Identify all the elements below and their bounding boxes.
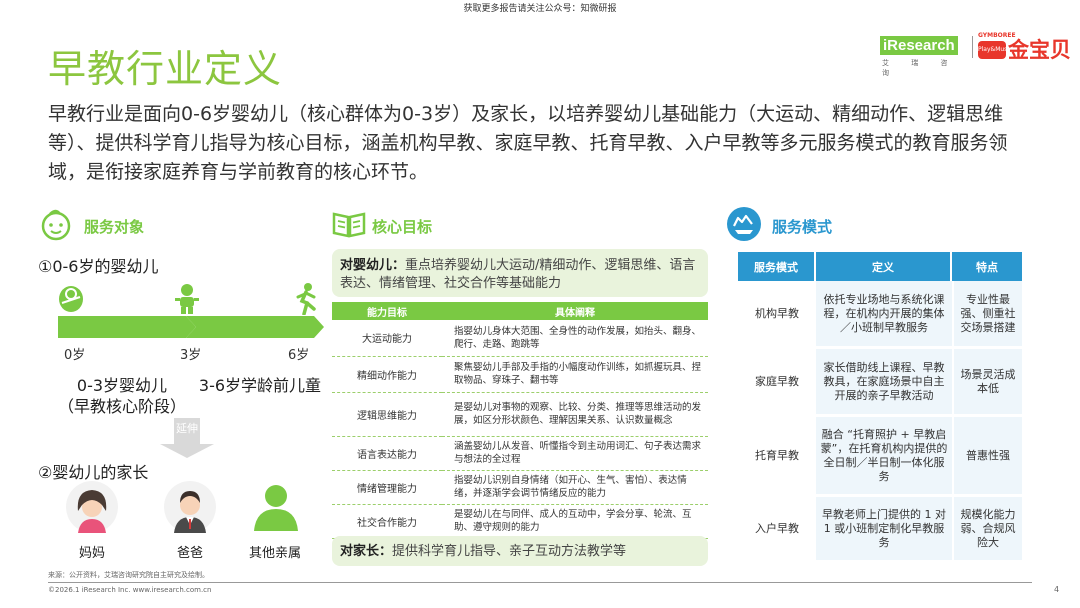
table-row: 情绪管理能力 指婴幼儿识别自身情绪（如开心、生气、害怕）、表达情绪，并逐渐学会调… — [332, 470, 708, 505]
stage-3-6: 3-6岁学龄前儿童 — [198, 376, 322, 395]
ability-name: 大运动能力 — [332, 320, 442, 357]
source-note: 来源：公开资料，艾瑞咨询研究院自主研究及绘制。 — [48, 571, 209, 579]
mode-col-def: 定义 — [816, 252, 952, 281]
mode-col-name: 服务模式 — [738, 252, 816, 281]
ability-name: 逻辑思维能力 — [332, 392, 442, 437]
table-row: 托育早教 融合 “托育照护 + 早教启蒙”，在托育机构内提供的全日制／半日制一体… — [738, 417, 1022, 497]
stage-0-3-title: 0-3岁婴幼儿 — [76, 376, 168, 395]
top-note: 获取更多报告请关注公众号：知微研报 — [463, 4, 617, 14]
mode-def: 融合 “托育照护 + 早教启蒙”，在托育机构内提供的全日制／半日制一体化服务 — [816, 417, 952, 497]
table-row: 入户早教 早教老师上门提供的 1 对 1 或小班制定制化早教服务 规模化能力弱、… — [738, 497, 1022, 563]
service-badge-icon — [727, 207, 761, 241]
ability-desc: 聚焦婴幼儿手部及手指的小幅度动作训练，如抓握玩具、捏取物品、穿珠子、翻书等 — [442, 356, 708, 393]
infant-goal-text: 对婴幼儿：重点培养婴幼儿大运动/精细动作、逻辑思维、语言表达、情绪管理、社交合作… — [340, 257, 700, 293]
core-goal-heading: 核心目标 — [372, 218, 433, 236]
person-label-other: 其他亲属 — [248, 546, 301, 561]
ability-name: 社交合作能力 — [332, 504, 442, 539]
mother-icon — [66, 481, 118, 533]
page-title: 早教行业定义 — [48, 47, 283, 91]
person-label-father: 爸爸 — [176, 546, 203, 561]
mode-def: 依托专业场地与系统化课程，在机构内开展的集体／小班制早教服务 — [816, 281, 952, 349]
jinbaobei-logo: GYMBOREE Play&Music 金宝贝 — [978, 32, 1078, 66]
person-label-mother: 妈妈 — [78, 546, 105, 561]
target-infants: ①0-6岁的婴幼儿 — [38, 257, 159, 276]
infant-goal-box: 对婴幼儿：重点培养婴幼儿大运动/精细动作、逻辑思维、语言表达、情绪管理、社交合作… — [332, 249, 708, 297]
ability-name: 情绪管理能力 — [332, 470, 442, 505]
ability-col-name: 能力目标 — [332, 302, 442, 320]
parent-goal-body: 提供科学育儿指导、亲子互动方法教学等 — [392, 544, 627, 559]
service-mode-heading: 服务模式 — [772, 218, 833, 236]
copyright: ©2026.1 iResearch Inc. www.iresearch.com… — [48, 586, 212, 594]
page-number: 4 — [1054, 585, 1060, 594]
mode-name: 入户早教 — [738, 497, 816, 563]
iresearch-logo: iResearch 艾 瑞 咨 询 — [880, 30, 968, 77]
table-row: 机构早教 依托专业场地与系统化课程，在机构内开展的集体／小班制早教服务 专业性最… — [738, 281, 1022, 349]
footer-divider — [48, 582, 1032, 583]
ability-table: 能力目标 具体阐释 大运动能力 指婴幼儿身体大范围、全身性的动作发展，如抬头、翻… — [332, 302, 708, 539]
ability-name: 精细动作能力 — [332, 356, 442, 393]
swaddled-baby-icon — [59, 286, 83, 312]
ability-col-desc: 具体阐释 — [442, 302, 708, 320]
extend-arrow: 延伸 — [158, 418, 216, 458]
table-row: 精细动作能力 聚焦婴幼儿手部及手指的小幅度动作训练，如抓握玩具、捏取物品、穿珠子… — [332, 356, 708, 393]
logo-divider — [972, 36, 973, 58]
mode-def: 家长借助线上课程、早教教具，在家庭场景中自主开展的亲子早教活动 — [816, 349, 952, 417]
ability-name: 语言表达能力 — [332, 436, 442, 471]
ability-desc: 是婴幼儿在与同伴、成人的互动中，学会分享、轮流、互助、遵守规则的能力 — [442, 504, 708, 539]
parent-goal-box: 对家长：提供科学育儿指导、亲子互动方法教学等 — [332, 536, 708, 566]
mode-def: 早教老师上门提供的 1 对 1 或小班制定制化早教服务 — [816, 497, 952, 563]
stage-0-3-sub: （早教核心阶段） — [57, 397, 186, 416]
ability-desc: 指婴幼儿身体大范围、全身性的动作发展，如抬头、翻身、爬行、走路、跑跳等 — [442, 320, 708, 357]
ability-desc: 是婴幼儿对事物的观察、比较、分类、推理等思维活动的发展，如区分形状颜色、理解因果… — [442, 392, 708, 437]
age-label-0: 0岁 — [64, 348, 86, 363]
open-book-icon — [332, 212, 366, 238]
mode-name: 托育早教 — [738, 417, 816, 497]
parent-goal-lead: 对家长： — [340, 544, 393, 559]
parent-goal-text: 对家长：提供科学育儿指导、亲子互动方法教学等 — [340, 543, 700, 561]
mode-name: 家庭早教 — [738, 349, 816, 417]
table-row: 社交合作能力 是婴幼儿在与同伴、成人的互动中，学会分享、轮流、互助、遵守规则的能… — [332, 504, 708, 539]
jinbaobei-logo-badge: Play&Music — [978, 41, 1012, 59]
extend-label: 延伸 — [176, 422, 198, 435]
running-child-icon — [296, 283, 316, 315]
iresearch-logo-sub: 艾 瑞 咨 询 — [882, 59, 958, 77]
age-label-6: 6岁 — [288, 348, 310, 363]
other-relatives-icon — [254, 485, 298, 531]
mode-col-feat: 特点 — [952, 252, 1022, 281]
ability-desc: 指婴幼儿识别自身情绪（如开心、生气、害怕）、表达情绪，并逐渐学会调节情绪反应的能… — [442, 470, 708, 505]
age-label-3: 3岁 — [180, 348, 202, 363]
intro-paragraph: 早教行业是面向0-6岁婴幼儿（核心群体为0-3岁）及家长，以培养婴幼儿基础能力（… — [48, 103, 1008, 183]
service-mode-table: 服务模式 定义 特点 机构早教 依托专业场地与系统化课程，在机构内开展的集体／小… — [738, 252, 1022, 563]
baby-face-icon — [41, 209, 71, 241]
mode-feat: 规模化能力弱、合规风险大 — [952, 497, 1022, 563]
stage-bar-0-3 — [58, 316, 196, 338]
service-mode-table-header: 服务模式 定义 特点 — [738, 252, 1022, 281]
infant-goal-lead: 对婴幼儿： — [340, 258, 406, 273]
iresearch-logo-text: iResearch — [880, 36, 958, 55]
service-target-heading: 服务对象 — [84, 218, 145, 236]
stage-bar-3-6 — [186, 316, 324, 338]
table-row: 语言表达能力 涵盖婴幼儿从发音、听懂指令到主动用词汇、句子表达需求与想法的全过程 — [332, 436, 708, 471]
mode-feat: 普惠性强 — [952, 417, 1022, 497]
table-row: 逻辑思维能力 是婴幼儿对事物的观察、比较、分类、推理等思维活动的发展，如区分形状… — [332, 392, 708, 437]
mode-feat: 场景灵活成本低 — [952, 349, 1022, 417]
ability-desc: 涵盖婴幼儿从发音、听懂指令到主动用词汇、句子表达需求与想法的全过程 — [442, 436, 708, 471]
mode-name: 机构早教 — [738, 281, 816, 349]
father-icon — [164, 481, 216, 533]
mode-feat: 专业性最强、侧重社交场景搭建 — [952, 281, 1022, 349]
table-row: 大运动能力 指婴幼儿身体大范围、全身性的动作发展，如抬头、翻身、爬行、走路、跑跳… — [332, 320, 708, 357]
toddler-icon — [175, 284, 199, 314]
stage-0-3: 0-3岁婴幼儿 （早教核心阶段） — [52, 375, 192, 417]
table-row: 家庭早教 家长借助线上课程、早教教具，在家庭场景中自主开展的亲子早教活动 场景灵… — [738, 349, 1022, 417]
ability-table-header: 能力目标 具体阐释 — [332, 302, 708, 320]
target-parents: ②婴幼儿的家长 — [38, 463, 149, 482]
jinbaobei-logo-text: 金宝贝 — [1008, 38, 1071, 62]
